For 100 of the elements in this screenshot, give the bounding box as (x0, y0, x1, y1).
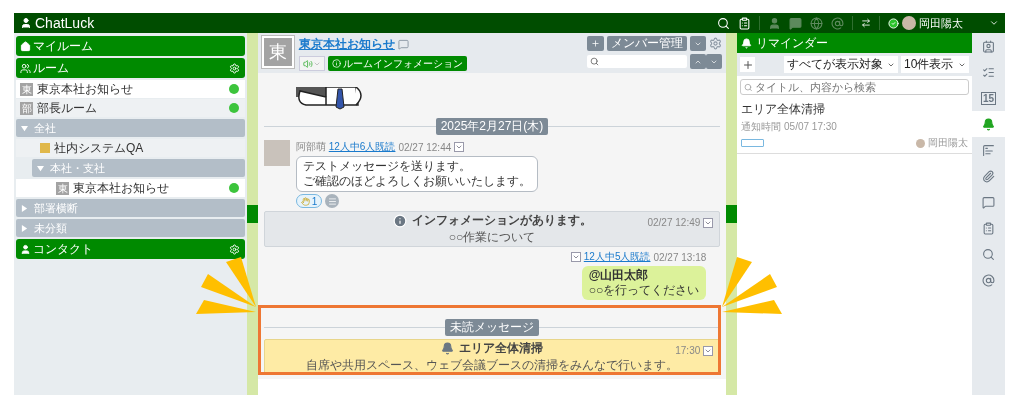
info-icon (392, 213, 407, 228)
panel-toggle[interactable] (726, 205, 738, 223)
info-icon (331, 59, 341, 68)
globe-icon[interactable] (810, 16, 823, 30)
room-item[interactable]: 部 部長ルーム (16, 99, 245, 117)
search-icon (982, 247, 995, 261)
room-icon (40, 143, 50, 153)
reminder-title: エリア全体清掃 (741, 101, 827, 118)
menu-icon (327, 196, 337, 206)
menu-caret-icon[interactable] (703, 345, 714, 356)
dropdown-button[interactable] (690, 36, 707, 51)
message-bubble: テストメッセージを送ります。 ご確認のほどよろしくお願いいたします。 (295, 156, 538, 192)
calendar-icon: 15 (980, 91, 997, 105)
message-bubble: @山田太郎 ○○を行ってください (581, 266, 707, 300)
room-badge: 東 (261, 36, 294, 68)
menu-caret-icon[interactable] (570, 252, 581, 262)
caret-down-icon[interactable] (989, 18, 999, 28)
settings-icon[interactable] (709, 37, 723, 50)
plus-icon (741, 58, 754, 71)
owner-name: 岡田陽太 (928, 136, 969, 150)
folder-label: 未分類 (34, 220, 67, 236)
search-icon (744, 82, 753, 92)
room-item[interactable]: 東 東京本社お知らせ (16, 179, 245, 197)
reaction-button[interactable]: 1 (295, 194, 323, 208)
panel-title: リマインダー (756, 34, 829, 52)
room-badge: 東 (20, 82, 33, 96)
folder-label: 部署横断 (34, 200, 78, 216)
count-select[interactable]: 10件表示 (901, 56, 970, 73)
room-title[interactable]: 東京本社お知らせ (298, 36, 395, 53)
room-info-button[interactable]: ルームインフォメーション (327, 56, 467, 71)
contacts-icon (982, 39, 995, 53)
down-button[interactable] (706, 54, 723, 69)
logo-icon (20, 17, 32, 29)
add-button[interactable] (587, 36, 605, 51)
unread-label: 未読メッセージ (445, 319, 539, 336)
filter-select[interactable]: すべてが表示対象 (784, 56, 899, 73)
swap-icon[interactable] (861, 18, 871, 28)
app-logo[interactable]: ChatLuck (20, 15, 95, 31)
user-name[interactable]: 岡田陽太 (919, 15, 981, 31)
sound-button[interactable] (298, 56, 325, 71)
hand-icon (300, 196, 310, 206)
menu-caret-icon[interactable] (703, 217, 714, 228)
caret-right-icon (21, 204, 28, 212)
at-sign-icon[interactable] (831, 16, 844, 30)
date-label: 2025年2月27日(木) (435, 118, 549, 135)
message-time: 02/27 13:18 (653, 251, 707, 263)
read-count-link[interactable]: 12人中5人既読 (583, 250, 651, 264)
comment-tag-icon (741, 139, 765, 147)
search-icon (590, 57, 600, 66)
owner-avatar (916, 138, 926, 148)
room-name: 社内システムQA (54, 139, 144, 157)
add-button[interactable] (740, 57, 756, 72)
bell-icon (441, 342, 454, 355)
caret-right-icon (21, 224, 28, 232)
room-name: 東京本社お知らせ (73, 179, 169, 197)
panel-toggle[interactable] (246, 205, 258, 223)
room-badge: 東 (56, 181, 69, 195)
clipboard-icon (982, 221, 995, 235)
room-name: 東京本社お知らせ (37, 80, 133, 98)
menu-caret-icon[interactable] (454, 142, 465, 152)
speaker-icon (302, 58, 313, 69)
room-item[interactable]: 社内システムQA (16, 139, 245, 157)
chat-icon (982, 195, 995, 209)
room-badge: 部 (20, 101, 33, 115)
search-field[interactable] (587, 55, 688, 68)
message-time: 02/27 12:44 (398, 141, 452, 153)
user-icon[interactable] (768, 16, 781, 30)
reminder-title: エリア全体清掃 (459, 340, 543, 357)
room-item[interactable]: 東 東京本社お知らせ (16, 80, 245, 98)
bell-icon (741, 37, 753, 49)
gantt-icon (982, 143, 995, 157)
read-count-link[interactable]: 12人中6人既読 (328, 140, 396, 154)
tool-button[interactable]: 15 (972, 85, 1005, 111)
search-field[interactable]: タイトル、内容から検索 (740, 79, 970, 95)
people-icon (20, 62, 31, 74)
contacts-bar[interactable]: コンタクト (16, 239, 245, 259)
reminder-text: 自席や共用スペース、ウェブ会議ブースの清掃をみんなで行います。 (306, 357, 678, 374)
chat-icon[interactable] (789, 16, 802, 30)
status-icon[interactable] (888, 17, 899, 29)
my-room-bar[interactable]: マイルーム (16, 36, 245, 56)
message-time: 02/27 12:49 (647, 217, 701, 228)
user-avatar (902, 16, 916, 30)
logo-text: ChatLuck (35, 15, 95, 31)
rooms-bar[interactable]: ルーム (16, 58, 245, 78)
bell-icon (982, 117, 995, 131)
up-button[interactable] (690, 54, 707, 69)
search-icon[interactable] (717, 16, 730, 30)
folder-label: 全社 (34, 120, 56, 136)
reaction-menu-button[interactable] (325, 194, 340, 208)
user-icon (20, 243, 31, 255)
clipboard-icon[interactable] (738, 16, 751, 30)
member-button[interactable]: メンバー管理 (607, 36, 688, 51)
checklist-icon (982, 65, 995, 79)
author-name: 阿部萌 (295, 140, 326, 154)
plus-icon (591, 39, 601, 48)
caret-down-icon (37, 164, 44, 172)
home-icon (20, 40, 31, 52)
chat-icon (397, 39, 409, 50)
caret-down-icon (21, 124, 28, 132)
paperclip-icon (982, 169, 995, 183)
